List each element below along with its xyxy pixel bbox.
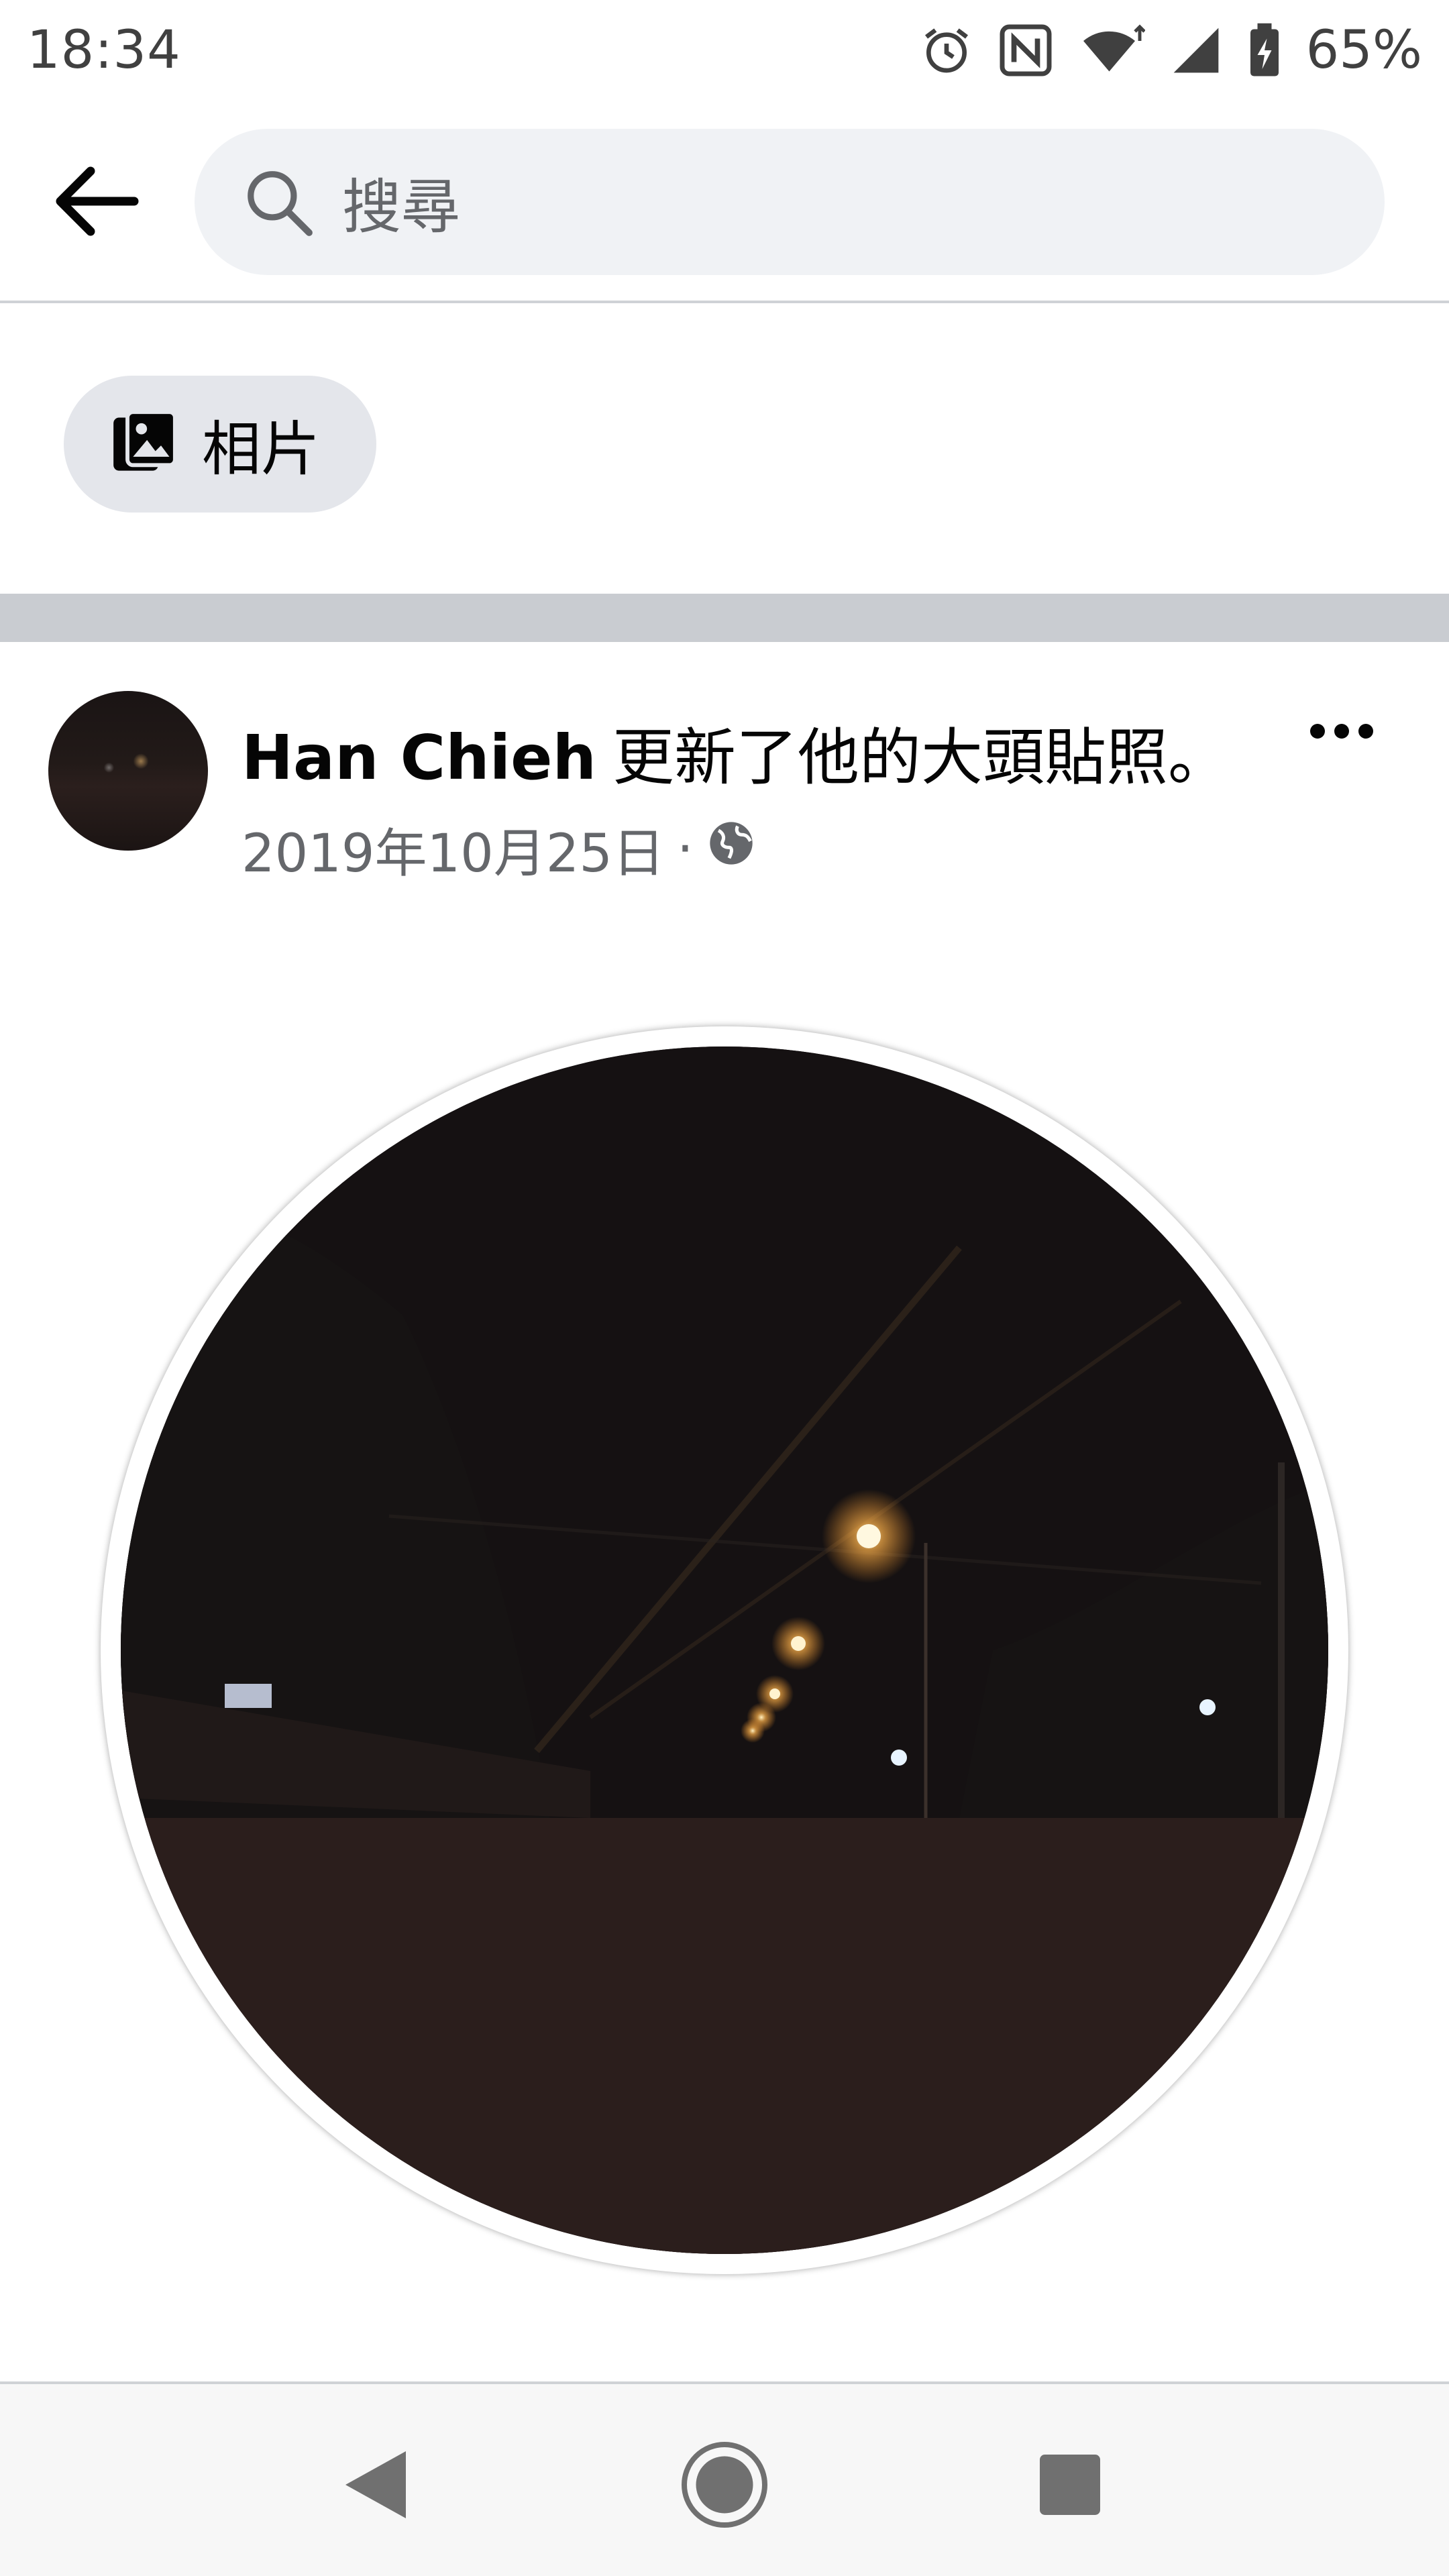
search-input[interactable]: 搜尋	[195, 129, 1385, 275]
profile-photo-frame[interactable]	[101, 1026, 1348, 2274]
globe-icon	[706, 818, 757, 881]
filter-chip-label: 相片	[202, 414, 321, 484]
meta-separator: ·	[677, 819, 694, 879]
more-dot	[1310, 724, 1325, 739]
battery-percentage: 65%	[1305, 20, 1422, 80]
nav-home-button[interactable]	[671, 2431, 778, 2538]
alarm-icon	[920, 23, 973, 77]
back-button[interactable]	[47, 158, 148, 245]
nfc-icon	[998, 22, 1054, 78]
filter-chip-photos[interactable]: 相片	[64, 376, 377, 513]
screen: 18:34 65% 搜尋 相片 Han Chieh 更新了他的大頭貼照。 201…	[0, 0, 1449, 2576]
nav-home-icon	[682, 2442, 767, 2528]
post-action-text: 更新了他的大頭貼照。	[612, 722, 1230, 794]
status-time: 18:34	[27, 20, 181, 80]
photos-icon	[111, 409, 178, 479]
search-header: 搜尋	[0, 101, 1449, 303]
night-street-image	[121, 1046, 1328, 2254]
navigation-bar	[0, 2381, 1449, 2576]
nav-back-button[interactable]	[322, 2431, 429, 2538]
nav-recents-button[interactable]	[1016, 2431, 1124, 2538]
avatar[interactable]	[48, 691, 208, 851]
more-dot	[1358, 724, 1373, 739]
filter-chips: 相片	[64, 376, 377, 513]
search-placeholder: 搜尋	[342, 172, 461, 241]
post-author[interactable]: Han Chieh	[241, 722, 596, 794]
battery-charging-icon	[1247, 22, 1282, 78]
nav-back-icon	[345, 2451, 406, 2518]
more-dot	[1334, 724, 1349, 739]
post-meta: 2019年10月25日 ·	[241, 812, 757, 887]
wifi-icon	[1078, 22, 1145, 78]
nav-recents-icon	[1040, 2455, 1100, 2515]
search-icon	[241, 165, 315, 239]
post-header: Han Chieh 更新了他的大頭貼照。 2019年10月25日 ·	[0, 691, 1449, 885]
status-icons: 65%	[920, 20, 1422, 80]
arrow-left-icon	[56, 166, 139, 236]
post-date[interactable]: 2019年10月25日	[241, 812, 665, 887]
post-title: Han Chieh 更新了他的大頭貼照。	[241, 708, 1230, 797]
signal-icon	[1169, 23, 1223, 77]
more-options-button[interactable]	[1301, 704, 1382, 758]
status-bar: 18:34 65%	[0, 0, 1449, 101]
section-divider	[0, 594, 1449, 642]
profile-photo	[121, 1046, 1328, 2254]
